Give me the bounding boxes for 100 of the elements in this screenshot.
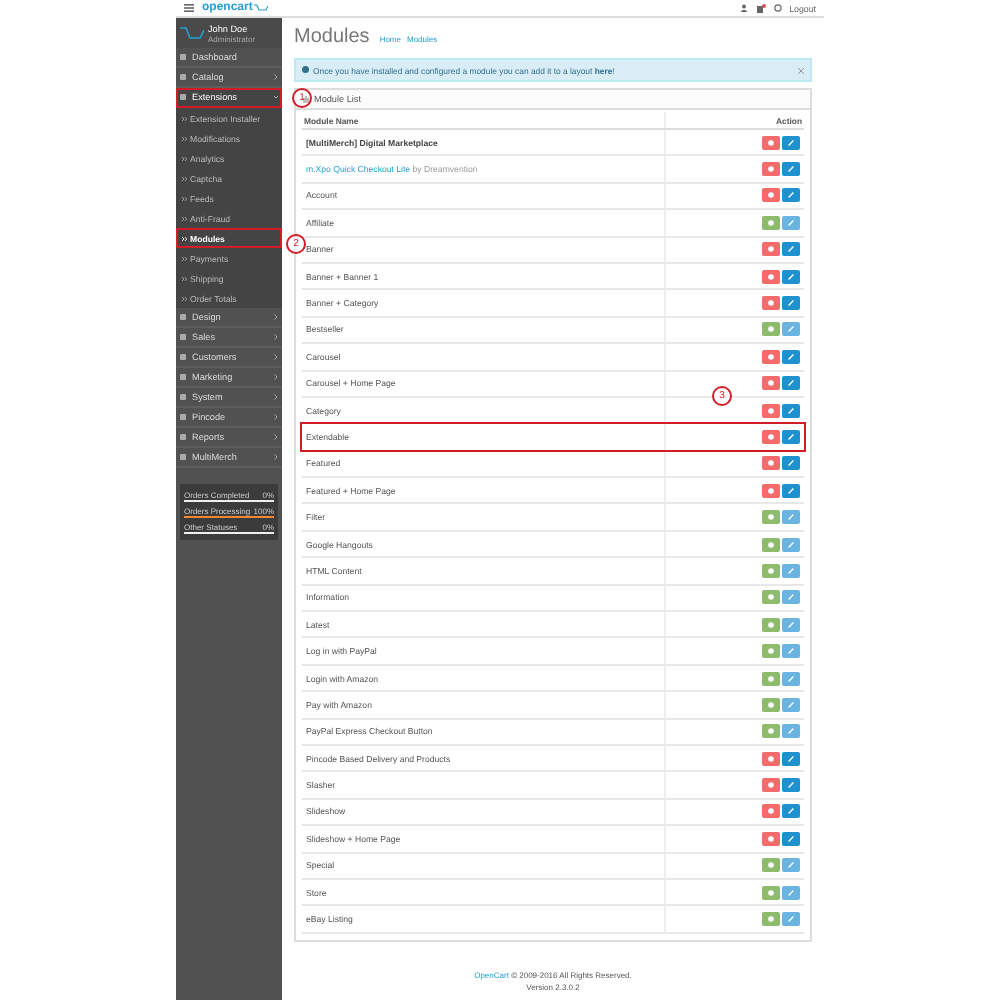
edit-button[interactable] (782, 135, 800, 150)
edit-button[interactable] (782, 510, 800, 525)
uninstall-button[interactable] (762, 162, 780, 177)
menu-icon-square (180, 334, 186, 340)
uninstall-button[interactable] (762, 135, 780, 150)
dot-icon (768, 782, 774, 789)
help-icon[interactable] (773, 4, 782, 12)
pencil-icon (788, 916, 794, 923)
menu-icon-square (180, 434, 186, 440)
uninstall-button[interactable] (762, 778, 780, 793)
menu-icon-square (180, 374, 186, 380)
install-button[interactable] (762, 858, 780, 873)
edit-button[interactable] (782, 590, 800, 605)
edit-button[interactable] (782, 322, 800, 337)
edit-button[interactable] (782, 483, 800, 498)
uninstall-button[interactable] (762, 376, 780, 391)
uninstall-button[interactable] (762, 188, 780, 203)
edit-button[interactable] (782, 751, 800, 766)
edit-button[interactable] (782, 697, 800, 712)
dot-icon (768, 567, 774, 574)
install-button[interactable] (762, 215, 780, 230)
uninstall-button[interactable] (762, 296, 780, 311)
pencil-icon (788, 273, 794, 280)
uninstall-button[interactable] (762, 403, 780, 418)
uninstall-button[interactable] (762, 804, 780, 819)
edit-button[interactable] (782, 563, 800, 578)
install-button[interactable] (762, 912, 780, 927)
install-button[interactable] (762, 322, 780, 337)
notification-icon[interactable] (755, 3, 766, 13)
uninstall-button[interactable] (762, 751, 780, 766)
edit-button[interactable] (782, 349, 800, 364)
dot-icon (768, 808, 774, 815)
dot-icon (768, 728, 774, 735)
close-icon[interactable] (798, 67, 804, 73)
pencil-icon (788, 889, 794, 896)
pencil-icon (788, 567, 794, 574)
double-chevron-icon (182, 255, 188, 261)
install-button[interactable] (762, 644, 780, 659)
install-button[interactable] (762, 885, 780, 900)
edit-button[interactable] (782, 537, 800, 552)
edit-button[interactable] (782, 456, 800, 471)
edit-button[interactable] (782, 644, 800, 659)
edit-button[interactable] (782, 403, 800, 418)
dot-icon (768, 621, 774, 628)
edit-button[interactable] (782, 724, 800, 739)
double-chevron-icon (182, 295, 188, 301)
install-button[interactable] (762, 617, 780, 632)
edit-button[interactable] (782, 269, 800, 284)
pencil-icon (788, 782, 794, 789)
avatar-icon (180, 26, 204, 40)
edit-button[interactable] (782, 242, 800, 257)
edit-button[interactable] (782, 296, 800, 311)
install-button[interactable] (762, 537, 780, 552)
edit-button[interactable] (782, 804, 800, 819)
uninstall-button[interactable] (762, 349, 780, 364)
edit-button[interactable] (782, 778, 800, 793)
dot-icon (768, 701, 774, 708)
double-chevron-icon (182, 235, 188, 241)
menu-icon[interactable] (184, 4, 194, 12)
edit-button[interactable] (782, 215, 800, 230)
dot-icon (768, 487, 774, 494)
install-button[interactable] (762, 563, 780, 578)
pencil-icon (788, 219, 794, 226)
dot-icon (768, 380, 774, 387)
pencil-icon (788, 139, 794, 146)
install-button[interactable] (762, 697, 780, 712)
pencil-icon (788, 701, 794, 708)
dot-icon (768, 433, 774, 440)
pencil-icon (788, 326, 794, 333)
user-icon[interactable] (739, 4, 748, 12)
install-button[interactable] (762, 724, 780, 739)
uninstall-button[interactable] (762, 456, 780, 471)
edit-button[interactable] (782, 617, 800, 632)
edit-button[interactable] (782, 188, 800, 203)
edit-button[interactable] (782, 429, 800, 444)
uninstall-button[interactable] (762, 483, 780, 498)
edit-button[interactable] (782, 885, 800, 900)
dot-icon (768, 675, 774, 681)
install-button[interactable] (762, 510, 780, 525)
edit-button[interactable] (782, 671, 800, 685)
uninstall-button[interactable] (762, 831, 780, 846)
dot-icon (768, 514, 774, 521)
double-chevron-icon (182, 175, 188, 181)
edit-button[interactable] (782, 831, 800, 846)
dot-icon (768, 755, 774, 762)
pencil-icon (788, 728, 794, 735)
pencil-icon (788, 808, 794, 815)
install-button[interactable] (762, 671, 780, 685)
uninstall-button[interactable] (762, 269, 780, 284)
uninstall-button[interactable] (762, 242, 780, 257)
edit-button[interactable] (782, 912, 800, 927)
dot-icon (768, 594, 774, 601)
edit-button[interactable] (782, 858, 800, 873)
pencil-icon (788, 380, 794, 387)
install-button[interactable] (762, 590, 780, 605)
dot-icon (768, 326, 774, 333)
edit-button[interactable] (782, 376, 800, 391)
uninstall-button[interactable] (762, 429, 780, 444)
edit-button[interactable] (782, 162, 800, 177)
pencil-icon (788, 487, 794, 494)
